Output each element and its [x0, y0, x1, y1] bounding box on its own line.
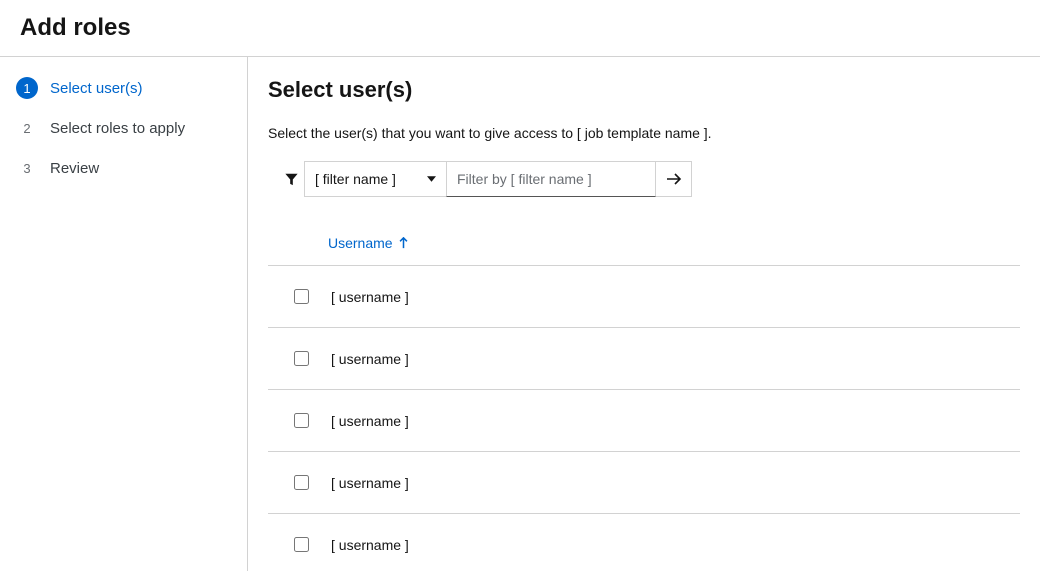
wizard-step-select-roles[interactable]: 2 Select roles to apply [16, 117, 231, 139]
filter-toolbar: [ filter name ] [278, 161, 1020, 197]
row-username: [ username ] [331, 289, 409, 305]
column-header-username[interactable]: Username [328, 235, 408, 251]
main-title: Select user(s) [268, 77, 1020, 103]
filter-icon [278, 161, 304, 197]
table-row: [ username ] [268, 514, 1020, 571]
main-subtitle: Select the user(s) that you want to give… [268, 125, 1020, 141]
wizard-step-review[interactable]: 3 Review [16, 157, 231, 179]
wizard-steps-nav: 1 Select user(s) 2 Select roles to apply… [0, 57, 248, 571]
wizard-step-select-users[interactable]: 1 Select user(s) [16, 77, 231, 99]
row-select-checkbox[interactable] [294, 289, 309, 304]
step-number-badge: 2 [16, 117, 38, 139]
table-row: [ username ] [268, 266, 1020, 328]
step-label: Select user(s) [50, 80, 143, 97]
row-select-checkbox[interactable] [294, 413, 309, 428]
caret-down-icon [427, 176, 436, 182]
row-select-checkbox[interactable] [294, 537, 309, 552]
user-list-header: Username [268, 235, 1020, 266]
filter-attribute-select[interactable]: [ filter name ] [304, 161, 446, 197]
main-panel: Select user(s) Select the user(s) that y… [248, 57, 1040, 571]
row-username: [ username ] [331, 413, 409, 429]
row-username: [ username ] [331, 537, 409, 553]
row-select-checkbox[interactable] [294, 351, 309, 366]
filter-select-value: [ filter name ] [315, 171, 396, 187]
column-header-label: Username [328, 235, 393, 251]
row-select-checkbox[interactable] [294, 475, 309, 490]
filter-input[interactable] [446, 161, 656, 197]
table-row: [ username ] [268, 390, 1020, 452]
step-number-badge: 3 [16, 157, 38, 179]
sort-ascending-icon [399, 237, 408, 249]
table-row: [ username ] [268, 328, 1020, 390]
filter-submit-button[interactable] [656, 161, 692, 197]
step-number-badge: 1 [16, 77, 38, 99]
row-username: [ username ] [331, 475, 409, 491]
step-label: Select roles to apply [50, 120, 185, 137]
row-username: [ username ] [331, 351, 409, 367]
page-title: Add roles [0, 0, 1040, 57]
step-label: Review [50, 160, 99, 177]
arrow-right-icon [666, 172, 682, 186]
table-row: [ username ] [268, 452, 1020, 514]
